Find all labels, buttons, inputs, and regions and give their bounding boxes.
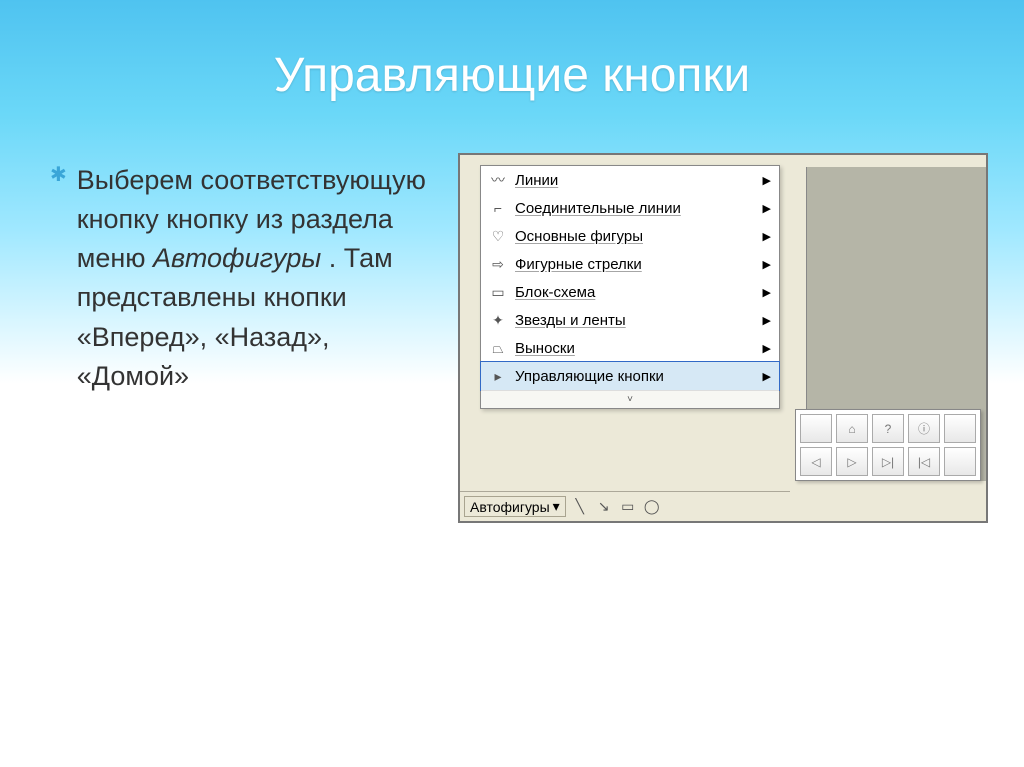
autoshapes-dropdown[interactable]: Автофигуры ▾ bbox=[464, 496, 566, 517]
action-buttons-icon: ▸ bbox=[487, 366, 509, 386]
basic-shapes-icon: ♡ bbox=[487, 226, 509, 246]
slide-title: Управляющие кнопки bbox=[0, 0, 1024, 103]
menu-item-basic-shapes[interactable]: ♡ Основные фигуры ▶ bbox=[481, 222, 779, 250]
menu-item-connectors[interactable]: ⌐ Соединительные линии ▶ bbox=[481, 194, 779, 222]
chevron-right-icon: ▶ bbox=[763, 314, 771, 327]
bullet-star-icon: ✱ bbox=[50, 161, 67, 523]
flowchart-icon: ▭ bbox=[487, 282, 509, 302]
drawing-toolbar: Автофигуры ▾ ╲ ↘ ▭ ◯ bbox=[460, 491, 790, 521]
menu-item-block-arrows[interactable]: ⇨ Фигурные стрелки ▶ bbox=[481, 250, 779, 278]
callouts-icon: ⏢ bbox=[487, 338, 509, 358]
menu-label: Фигурные стрелки bbox=[515, 256, 757, 273]
action-button-back[interactable]: ◁ bbox=[800, 447, 832, 476]
action-button-end[interactable]: ▷| bbox=[872, 447, 904, 476]
menu-label: Линии bbox=[515, 172, 757, 189]
action-button-begin[interactable]: |◁ bbox=[908, 447, 940, 476]
embedded-screenshot: 〰 Линии ▶ ⌐ Соединительные линии ▶ ♡ Осн… bbox=[458, 153, 988, 523]
content-area: ✱ Выберем соответствующую кнопку кнопку … bbox=[0, 103, 1024, 523]
menu-label: Основные фигуры bbox=[515, 228, 757, 245]
action-buttons-submenu: ⌂ ? ⓘ ◁ ▷ ▷| |◁ bbox=[795, 409, 981, 481]
action-button-help[interactable]: ? bbox=[872, 414, 904, 443]
menu-label: Выноски bbox=[515, 340, 757, 357]
menu-item-flowchart[interactable]: ▭ Блок-схема ▶ bbox=[481, 278, 779, 306]
arrow-tool-icon[interactable]: ↘ bbox=[594, 497, 614, 517]
action-button-blank3[interactable] bbox=[944, 447, 976, 476]
menu-expand-chevron-icon[interactable]: ˅ bbox=[481, 390, 779, 408]
rectangle-tool-icon[interactable]: ▭ bbox=[618, 497, 638, 517]
menu-label: Блок-схема bbox=[515, 284, 757, 301]
block-arrows-icon: ⇨ bbox=[487, 254, 509, 274]
menu-label: Соединительные линии bbox=[515, 200, 757, 217]
dropdown-arrow-icon: ▾ bbox=[553, 498, 560, 515]
autoshapes-menu[interactable]: 〰 Линии ▶ ⌐ Соединительные линии ▶ ♡ Осн… bbox=[480, 165, 780, 409]
menu-item-stars[interactable]: ✦ Звезды и ленты ▶ bbox=[481, 306, 779, 334]
menu-item-action-buttons[interactable]: ▸ Управляющие кнопки ▶ bbox=[480, 361, 780, 391]
line-tool-icon[interactable]: ╲ bbox=[570, 497, 590, 517]
menu-label: Управляющие кнопки bbox=[515, 368, 757, 385]
action-button-info[interactable]: ⓘ bbox=[908, 414, 940, 443]
stars-icon: ✦ bbox=[487, 310, 509, 330]
menu-label: Звезды и ленты bbox=[515, 312, 757, 329]
action-button-home[interactable]: ⌂ bbox=[836, 414, 868, 443]
action-button-blank2[interactable] bbox=[944, 414, 976, 443]
chevron-right-icon: ▶ bbox=[763, 370, 771, 383]
chevron-right-icon: ▶ bbox=[763, 202, 771, 215]
connectors-icon: ⌐ bbox=[487, 198, 509, 218]
action-button-forward[interactable]: ▷ bbox=[836, 447, 868, 476]
bullet-block: ✱ Выберем соответствующую кнопку кнопку … bbox=[50, 153, 440, 523]
chevron-right-icon: ▶ bbox=[763, 342, 771, 355]
action-button-blank[interactable] bbox=[800, 414, 832, 443]
autoshapes-label: Автофигуры bbox=[470, 499, 550, 515]
menu-item-lines[interactable]: 〰 Линии ▶ bbox=[481, 166, 779, 194]
chevron-right-icon: ▶ bbox=[763, 258, 771, 271]
chevron-right-icon: ▶ bbox=[763, 174, 771, 187]
bullet-text-italic: Автофигуры bbox=[153, 243, 321, 273]
lines-icon: 〰 bbox=[487, 170, 509, 190]
menu-item-callouts[interactable]: ⏢ Выноски ▶ bbox=[481, 334, 779, 362]
chevron-right-icon: ▶ bbox=[763, 286, 771, 299]
chevron-right-icon: ▶ bbox=[763, 230, 771, 243]
oval-tool-icon[interactable]: ◯ bbox=[642, 497, 662, 517]
bullet-paragraph: Выберем соответствующую кнопку кнопку из… bbox=[77, 161, 440, 523]
